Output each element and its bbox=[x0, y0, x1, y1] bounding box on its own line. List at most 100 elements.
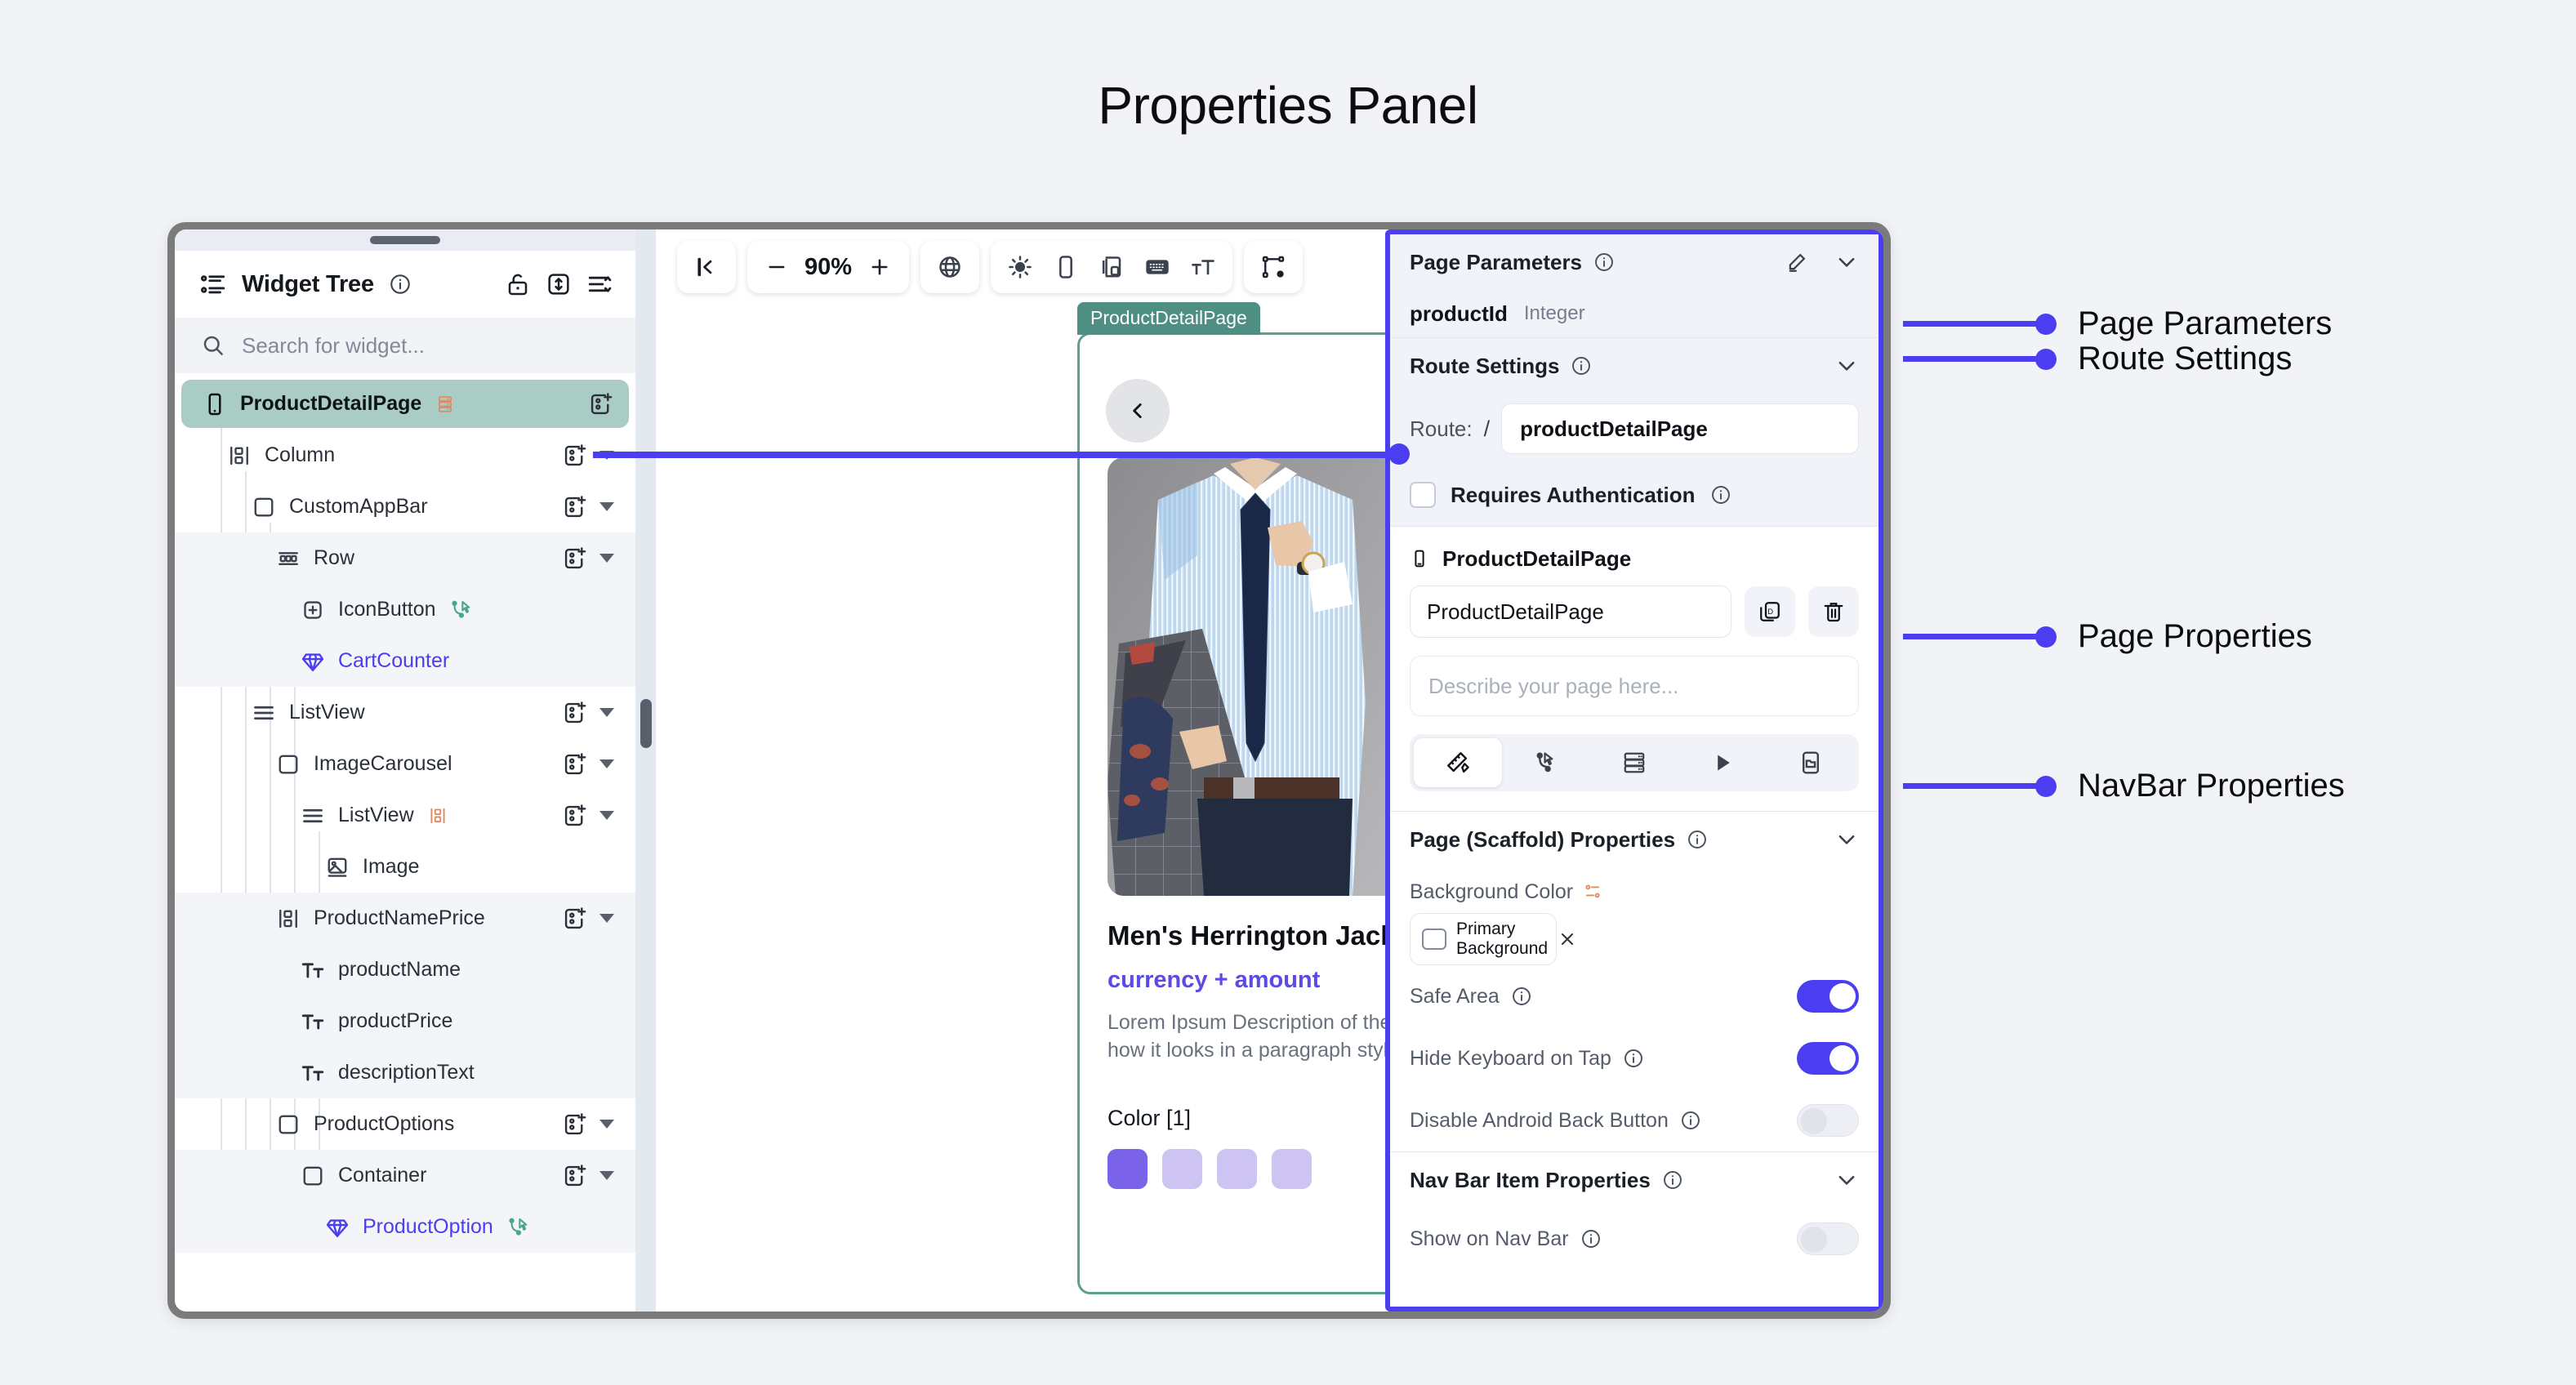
add-child-icon[interactable] bbox=[562, 700, 588, 726]
zoom-in-button[interactable] bbox=[857, 244, 902, 290]
scaffold-header[interactable]: Page (Scaffold) Properties bbox=[1390, 812, 1879, 867]
tab-play-preview[interactable] bbox=[1678, 738, 1767, 787]
info-icon[interactable] bbox=[1623, 1048, 1644, 1069]
tree-row-productoption[interactable]: ProductOption bbox=[175, 1201, 635, 1253]
background-color-chip[interactable]: Primary Background bbox=[1410, 913, 1574, 965]
page-parameters-header[interactable]: Page Parameters bbox=[1390, 234, 1879, 290]
chevron-down-icon[interactable] bbox=[1834, 250, 1859, 274]
add-child-icon[interactable] bbox=[562, 906, 588, 932]
navbar-header[interactable]: Nav Bar Item Properties bbox=[1390, 1152, 1879, 1208]
database-icon[interactable] bbox=[435, 394, 456, 415]
add-child-icon[interactable] bbox=[562, 1111, 588, 1138]
trash-icon[interactable] bbox=[1808, 586, 1859, 637]
chevron-down-icon[interactable] bbox=[1834, 1168, 1859, 1192]
add-child-icon[interactable] bbox=[562, 546, 588, 572]
tab-actions[interactable] bbox=[1502, 738, 1590, 787]
tree-row-customappbar[interactable]: CustomAppBar bbox=[175, 481, 635, 532]
info-icon[interactable] bbox=[1662, 1169, 1683, 1191]
info-icon[interactable] bbox=[1680, 1110, 1701, 1131]
device-split-icon[interactable] bbox=[1089, 244, 1134, 290]
add-child-icon[interactable] bbox=[562, 494, 588, 520]
chevron-down-icon[interactable] bbox=[599, 759, 614, 768]
tree-row-cartcounter[interactable]: CartCounter bbox=[175, 635, 635, 687]
expand-height-icon[interactable] bbox=[546, 271, 572, 297]
route-settings-header[interactable]: Route Settings bbox=[1390, 338, 1879, 394]
page-name-input[interactable]: ProductDetailPage bbox=[1410, 586, 1731, 638]
chevron-down-icon[interactable] bbox=[599, 502, 614, 511]
chevron-down-icon[interactable] bbox=[599, 914, 614, 923]
globe-icon[interactable] bbox=[927, 244, 973, 290]
tab-design[interactable] bbox=[1414, 738, 1502, 787]
tree-list-icon[interactable] bbox=[199, 270, 227, 298]
tree-row-listview[interactable]: ListView bbox=[175, 790, 635, 841]
widget-settings-icon[interactable] bbox=[1250, 244, 1296, 290]
panel-drag-bar[interactable] bbox=[175, 229, 635, 251]
info-icon[interactable] bbox=[1511, 986, 1532, 1007]
page-description-input[interactable]: Describe your page here... bbox=[1410, 656, 1859, 716]
zoom-out-button[interactable] bbox=[754, 244, 800, 290]
brightness-icon[interactable] bbox=[997, 244, 1043, 290]
tree-row-iconbutton[interactable]: IconButton bbox=[175, 584, 635, 635]
action-flow-icon[interactable] bbox=[449, 599, 472, 621]
duplicate-icon[interactable]: D bbox=[1745, 586, 1795, 637]
drag-handle-icon[interactable] bbox=[370, 236, 440, 244]
chevron-down-icon[interactable] bbox=[599, 1171, 614, 1180]
tree-row-image[interactable]: Image bbox=[175, 841, 635, 893]
close-icon[interactable] bbox=[1558, 929, 1577, 949]
sort-icon[interactable] bbox=[586, 270, 614, 298]
tree-row-container[interactable]: Container bbox=[175, 1150, 635, 1201]
info-icon[interactable] bbox=[1687, 829, 1708, 850]
requires-auth-checkbox[interactable] bbox=[1410, 482, 1436, 508]
requires-auth-row[interactable]: Requires Authentication bbox=[1390, 464, 1879, 526]
color-swatch[interactable] bbox=[1162, 1148, 1202, 1189]
add-child-icon[interactable] bbox=[562, 803, 588, 829]
chevron-down-icon[interactable] bbox=[1834, 827, 1859, 852]
back-button[interactable] bbox=[1106, 379, 1170, 443]
search-input[interactable]: Search for widget... bbox=[175, 318, 635, 373]
add-child-icon[interactable] bbox=[562, 751, 588, 777]
chevron-down-icon[interactable] bbox=[599, 811, 614, 820]
tree-row-productoptions[interactable]: ProductOptions bbox=[175, 1098, 635, 1150]
keyboard-icon[interactable] bbox=[1134, 244, 1180, 290]
lock-icon[interactable] bbox=[505, 271, 531, 297]
device-phone-icon[interactable] bbox=[1043, 244, 1089, 290]
chevron-down-icon[interactable] bbox=[599, 1120, 614, 1129]
tree-row-descriptiontext[interactable]: descriptionText bbox=[175, 1047, 635, 1098]
info-icon[interactable] bbox=[1580, 1228, 1602, 1249]
color-swatch[interactable] bbox=[1217, 1148, 1257, 1189]
toggle-switch[interactable] bbox=[1797, 1222, 1859, 1255]
toggle-switch[interactable] bbox=[1797, 980, 1859, 1013]
info-icon[interactable] bbox=[389, 273, 412, 296]
tree-row-productnameprice[interactable]: ProductNamePrice bbox=[175, 893, 635, 944]
tree-row-column[interactable]: Column bbox=[175, 430, 635, 481]
canvas-scrollbar[interactable] bbox=[636, 229, 656, 1312]
chevron-down-icon[interactable] bbox=[599, 708, 614, 717]
tree-row-row[interactable]: Row bbox=[175, 532, 635, 584]
product-image-main[interactable] bbox=[1108, 457, 1403, 896]
add-child-icon[interactable] bbox=[562, 1163, 588, 1189]
action-flow-icon[interactable] bbox=[506, 1216, 529, 1239]
generate-children-icon[interactable] bbox=[427, 805, 448, 826]
toggle-switch[interactable] bbox=[1797, 1042, 1859, 1075]
tree-row-productprice[interactable]: productPrice bbox=[175, 995, 635, 1047]
tree-row-listview[interactable]: ListView bbox=[175, 687, 635, 738]
info-icon[interactable] bbox=[1710, 484, 1731, 505]
chevron-down-icon[interactable] bbox=[1834, 354, 1859, 378]
info-icon[interactable] bbox=[1593, 252, 1615, 273]
toggle-switch[interactable] bbox=[1797, 1104, 1859, 1137]
color-swatch[interactable] bbox=[1108, 1148, 1148, 1189]
route-input[interactable]: productDetailPage bbox=[1501, 403, 1859, 454]
chevron-down-icon[interactable] bbox=[599, 554, 614, 563]
info-icon[interactable] bbox=[1571, 355, 1592, 376]
scrollbar-thumb[interactable] bbox=[640, 699, 652, 748]
tree-row-productname[interactable]: productName bbox=[175, 944, 635, 995]
pencil-icon[interactable] bbox=[1785, 251, 1808, 274]
add-child-icon[interactable] bbox=[588, 391, 614, 417]
widget-tree-list[interactable]: ProductDetailPage Column CustomAppBar Row Ic… bbox=[175, 373, 635, 1312]
collapse-panel-icon[interactable] bbox=[684, 244, 729, 290]
color-swatch[interactable] bbox=[1272, 1148, 1312, 1189]
page-parameter-item[interactable]: productId Integer bbox=[1390, 290, 1879, 337]
tree-row-productdetailpage[interactable]: ProductDetailPage bbox=[175, 378, 635, 430]
theme-variable-icon[interactable] bbox=[1583, 882, 1602, 902]
tab-page-folder[interactable] bbox=[1767, 738, 1855, 787]
